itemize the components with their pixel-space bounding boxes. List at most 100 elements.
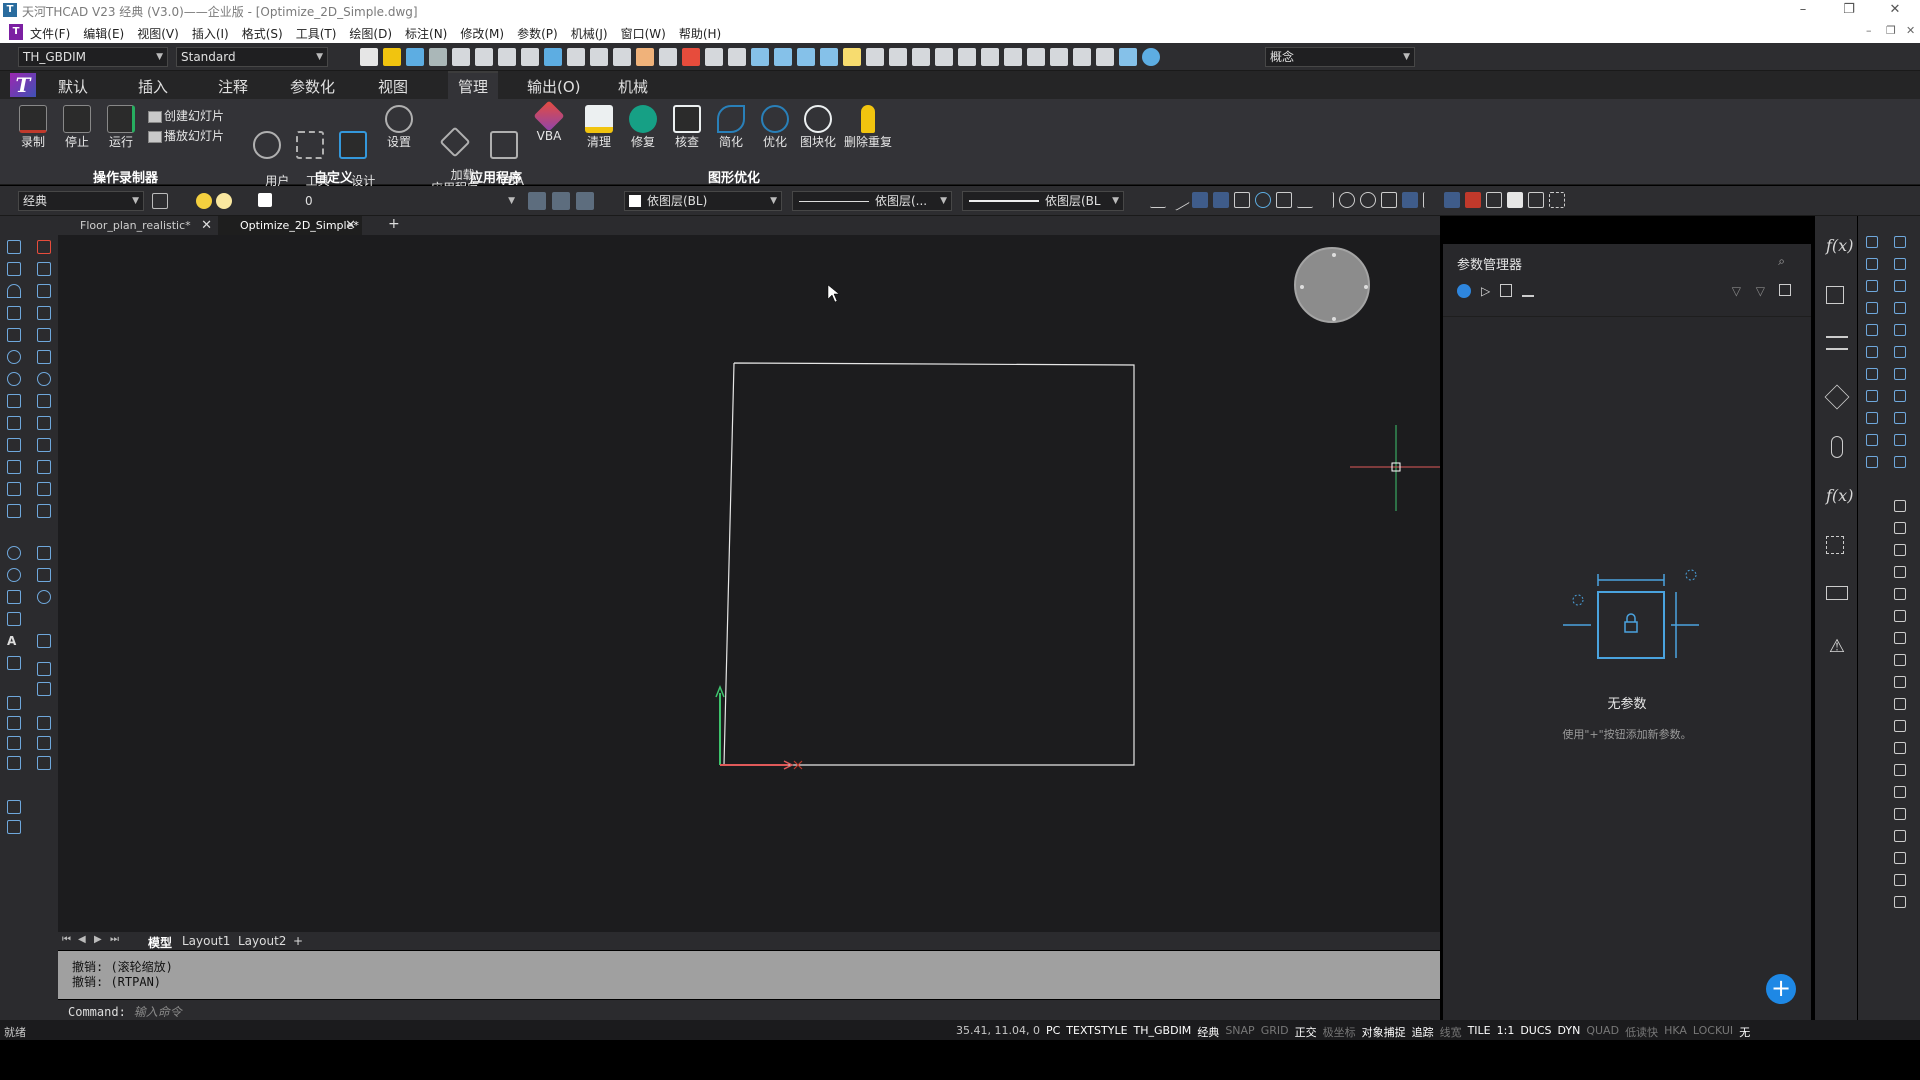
tool-icon[interactable]	[1894, 390, 1906, 402]
tab-mechanical[interactable]: 机械	[618, 76, 648, 97]
redo-icon[interactable]	[728, 48, 746, 66]
menu-tools[interactable]: 工具(T)	[296, 25, 337, 42]
simplify-button[interactable]: 简化	[714, 105, 748, 149]
tool-icon[interactable]	[1866, 302, 1878, 314]
snap-insert-icon[interactable]	[1381, 192, 1397, 208]
tool-icon[interactable]	[1894, 544, 1906, 556]
tab-model[interactable]: 模型	[148, 934, 172, 951]
tool-icon[interactable]	[1894, 280, 1906, 292]
menu-mechanical[interactable]: 机械(J)	[571, 25, 608, 42]
doc-restore-button[interactable]: ❐	[1886, 24, 1896, 37]
tool-icon[interactable]	[1894, 522, 1906, 534]
prev-layout-icon[interactable]: ◀	[78, 934, 86, 945]
match-properties-icon[interactable]	[636, 48, 654, 66]
status-lineweight[interactable]: 线宽	[1440, 1024, 1462, 1040]
tool-icon[interactable]	[1894, 302, 1906, 314]
zoom-realtime-icon[interactable]	[912, 48, 930, 66]
search-icon[interactable]: ⌕	[1778, 254, 1785, 269]
status-fast[interactable]: 低读快	[1625, 1024, 1658, 1040]
group-icon[interactable]	[7, 800, 21, 814]
help-icon[interactable]	[1142, 48, 1160, 66]
ellipse-icon[interactable]	[7, 460, 21, 474]
boundary-icon[interactable]	[7, 590, 21, 604]
tool-icon[interactable]	[1894, 852, 1906, 864]
tool-icon[interactable]	[1894, 368, 1906, 380]
sliders-icon[interactable]	[1826, 336, 1848, 350]
status-lockui[interactable]: LOCKUI	[1693, 1024, 1733, 1040]
snap-node-icon[interactable]	[1360, 192, 1376, 208]
table-icon[interactable]	[7, 612, 21, 626]
calc-icon[interactable]	[37, 682, 51, 696]
menu-help[interactable]: 帮助(H)	[679, 25, 721, 42]
inquiry-icon[interactable]	[774, 48, 792, 66]
xline-icon[interactable]	[7, 756, 21, 770]
status-scale[interactable]: 1:1	[1497, 1024, 1515, 1040]
paste-icon[interactable]	[613, 48, 631, 66]
offset-icon[interactable]	[37, 306, 51, 320]
layer-previous-icon[interactable]	[552, 192, 570, 210]
doc-minimize-button[interactable]: –	[1866, 24, 1872, 37]
menu-modify[interactable]: 修改(M)	[460, 25, 504, 42]
scale-icon[interactable]	[37, 394, 51, 408]
tool-icon[interactable]	[1866, 258, 1878, 270]
optimize-button[interactable]: 优化	[758, 105, 792, 149]
rotate-icon[interactable]	[37, 372, 51, 386]
status-textstyle[interactable]: TEXTSTYLE	[1066, 1024, 1127, 1040]
snap-intersection-icon[interactable]	[1234, 192, 1250, 208]
stop-button[interactable]: 停止	[62, 105, 92, 149]
chamfer-icon[interactable]	[37, 546, 51, 560]
wipeout-icon[interactable]	[7, 736, 21, 750]
textstyle-combo[interactable]: Standard ▼	[176, 47, 328, 67]
rectangle-icon[interactable]	[7, 328, 21, 342]
preview-icon[interactable]	[521, 48, 539, 66]
status-hka[interactable]: HKA	[1664, 1024, 1687, 1040]
play-slide-button[interactable]: 播放幻灯片	[148, 127, 224, 144]
erase-icon[interactable]	[37, 240, 51, 254]
close-button[interactable]: ✕	[1884, 1, 1906, 19]
circle-icon[interactable]	[7, 372, 21, 386]
close-icon[interactable]: ✕	[345, 216, 356, 235]
dimstyle-combo[interactable]: TH_GBDIM ▼	[18, 47, 168, 67]
tool-palette-icon[interactable]	[1073, 48, 1091, 66]
minimize-button[interactable]: –	[1792, 1, 1814, 19]
tab-layout1[interactable]: Layout1	[182, 934, 230, 948]
block-icon[interactable]	[659, 48, 677, 66]
array-icon[interactable]	[37, 328, 51, 342]
fx-icon[interactable]: f(x)	[1826, 486, 1853, 508]
visual-style-combo[interactable]: 概念 ▼	[1265, 47, 1415, 67]
tool-icon[interactable]	[1866, 434, 1878, 446]
align-icon[interactable]	[37, 716, 51, 730]
ucs-world-icon[interactable]	[1507, 192, 1523, 208]
cube-icon[interactable]	[1826, 286, 1844, 304]
snap-endpoint-icon[interactable]	[1192, 192, 1208, 208]
tool-icon[interactable]	[1894, 830, 1906, 842]
create-slide-button[interactable]: 创建幻灯片	[148, 107, 224, 124]
tab-annotate[interactable]: 注释	[218, 76, 248, 97]
snap-settings-icon[interactable]	[1444, 192, 1460, 208]
tool-icon[interactable]	[1894, 500, 1906, 512]
print-icon[interactable]	[452, 48, 470, 66]
tool-icon[interactable]	[1894, 588, 1906, 600]
tab-parametric[interactable]: 参数化	[290, 76, 335, 97]
text-icon[interactable]: A	[7, 634, 21, 648]
record-button[interactable]: 录制	[18, 105, 48, 149]
color-combo[interactable]: 依图层(BL) ▼	[624, 191, 782, 211]
tool-icon[interactable]	[1894, 720, 1906, 732]
list-icon[interactable]	[797, 48, 815, 66]
tool-icon[interactable]	[1866, 412, 1878, 424]
layer-state-icon[interactable]	[576, 192, 594, 210]
stretch-icon[interactable]	[37, 416, 51, 430]
tool-icon[interactable]	[1894, 786, 1906, 798]
ungroup-icon[interactable]	[7, 820, 21, 834]
snap-nearest-icon[interactable]	[1402, 192, 1418, 208]
named-views-icon[interactable]	[981, 48, 999, 66]
menu-window[interactable]: 窗口(W)	[621, 25, 666, 42]
tool-icon[interactable]	[1894, 808, 1906, 820]
drawing-canvas[interactable]	[58, 235, 1440, 935]
edit-polyline-icon[interactable]	[37, 756, 51, 770]
status-none[interactable]: 无	[1739, 1024, 1750, 1040]
navigation-wheel[interactable]	[1294, 247, 1370, 323]
properties-panel-icon[interactable]	[37, 662, 51, 676]
tool-icon[interactable]	[1894, 764, 1906, 776]
paperclip-icon[interactable]	[1831, 436, 1843, 458]
